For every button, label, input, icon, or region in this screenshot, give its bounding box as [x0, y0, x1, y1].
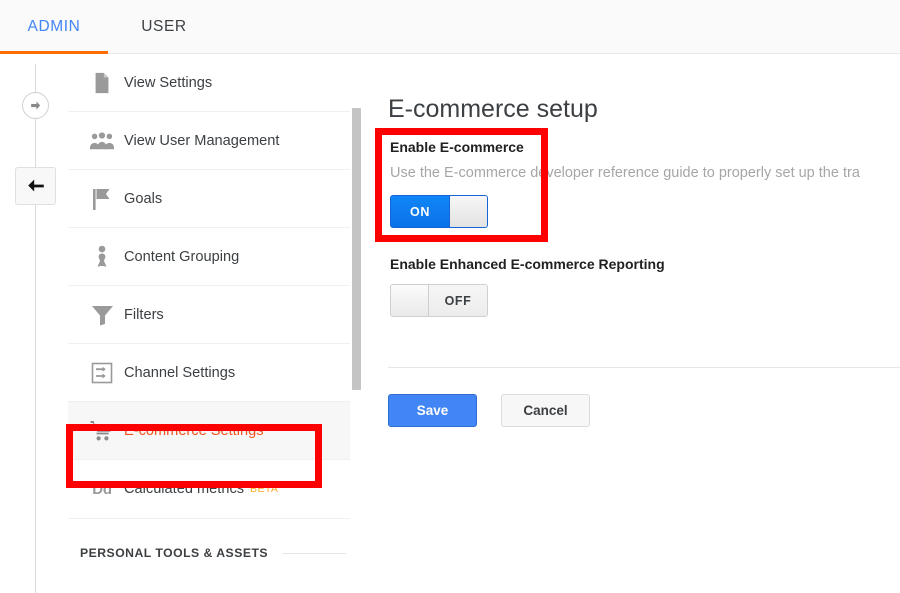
save-button[interactable]: Save [388, 394, 477, 427]
toggle-knob [449, 196, 487, 227]
sidebar-item-label: Filters [124, 306, 164, 323]
flag-icon [80, 187, 124, 211]
sidebar-item-channel-settings[interactable]: Channel Settings [68, 344, 350, 402]
toggle-off-state-label: OFF [429, 285, 487, 316]
sidebar-item-ecommerce-settings[interactable]: E-commerce Settings [68, 402, 350, 460]
enable-ecommerce-description: Use the E-commerce developer reference g… [390, 165, 860, 181]
sidebar-item-view-user-management[interactable]: View User Management [68, 112, 350, 170]
enhanced-reporting-label: Enable Enhanced E-commerce Reporting [390, 256, 665, 272]
shopping-cart-icon [80, 420, 124, 442]
funnel-icon [80, 304, 124, 326]
sidebar-item-label: View Settings [124, 74, 213, 91]
dd-text-icon: Dd [92, 480, 112, 498]
content-grouping-icon [80, 245, 124, 269]
sidebar-item-label: Goals [124, 190, 163, 207]
channel-arrows-icon [80, 362, 124, 384]
enhanced-reporting-toggle[interactable]: OFF [390, 284, 488, 317]
beta-badge: BETA [250, 483, 279, 495]
section-header-label: PERSONAL TOOLS & ASSETS [80, 546, 269, 560]
sidebar-item-label: E-commerce Settings [124, 422, 264, 439]
arrow-left-icon[interactable] [15, 167, 56, 205]
sidebar-item-label: Content Grouping [124, 248, 240, 265]
sidebar-nav: View Settings View User Management Goals… [68, 54, 350, 593]
admin-screen: ADMIN USER View Settings View User Manag… [0, 0, 900, 593]
form-divider [388, 367, 900, 368]
section-header-rule [282, 552, 346, 554]
tab-admin[interactable]: ADMIN [0, 0, 108, 54]
main-content: E-commerce setup Enable E-commerce Use t… [388, 54, 900, 593]
sidebar-section-personal-tools: PERSONAL TOOLS & ASSETS [68, 533, 350, 573]
left-rail [0, 54, 68, 593]
sidebar-item-filters[interactable]: Filters [68, 286, 350, 344]
enable-ecommerce-label: Enable E-commerce [390, 139, 524, 155]
sidebar-item-view-settings[interactable]: View Settings [68, 54, 350, 112]
sidebar-item-calculated-metrics[interactable]: Dd Calculated metrics BETA [68, 460, 350, 518]
toggle-knob [391, 285, 429, 316]
top-tab-bar: ADMIN USER [0, 0, 900, 54]
sidebar-item-label: Channel Settings [124, 364, 236, 381]
sidebar-item-label: Calculated metrics [124, 481, 245, 497]
tab-admin-label: ADMIN [27, 18, 81, 35]
sidebar-item-goals[interactable]: Goals [68, 170, 350, 228]
sidebar-item-label: View User Management [124, 132, 280, 149]
sidebar-scrollbar-thumb[interactable] [352, 108, 361, 390]
tab-user-label: USER [141, 18, 187, 35]
page-title: E-commerce setup [388, 95, 598, 123]
cancel-button[interactable]: Cancel [501, 394, 590, 427]
document-icon [80, 72, 124, 94]
tab-user[interactable]: USER [118, 0, 210, 54]
people-group-icon [80, 131, 124, 150]
circle-arrow-right-icon[interactable] [22, 92, 49, 119]
sidebar-divider [68, 518, 350, 519]
toggle-on-state-label: ON [391, 196, 449, 227]
rail-vertical-line [35, 64, 36, 593]
sidebar-item-content-grouping[interactable]: Content Grouping [68, 228, 350, 286]
enable-ecommerce-toggle[interactable]: ON [390, 195, 488, 228]
